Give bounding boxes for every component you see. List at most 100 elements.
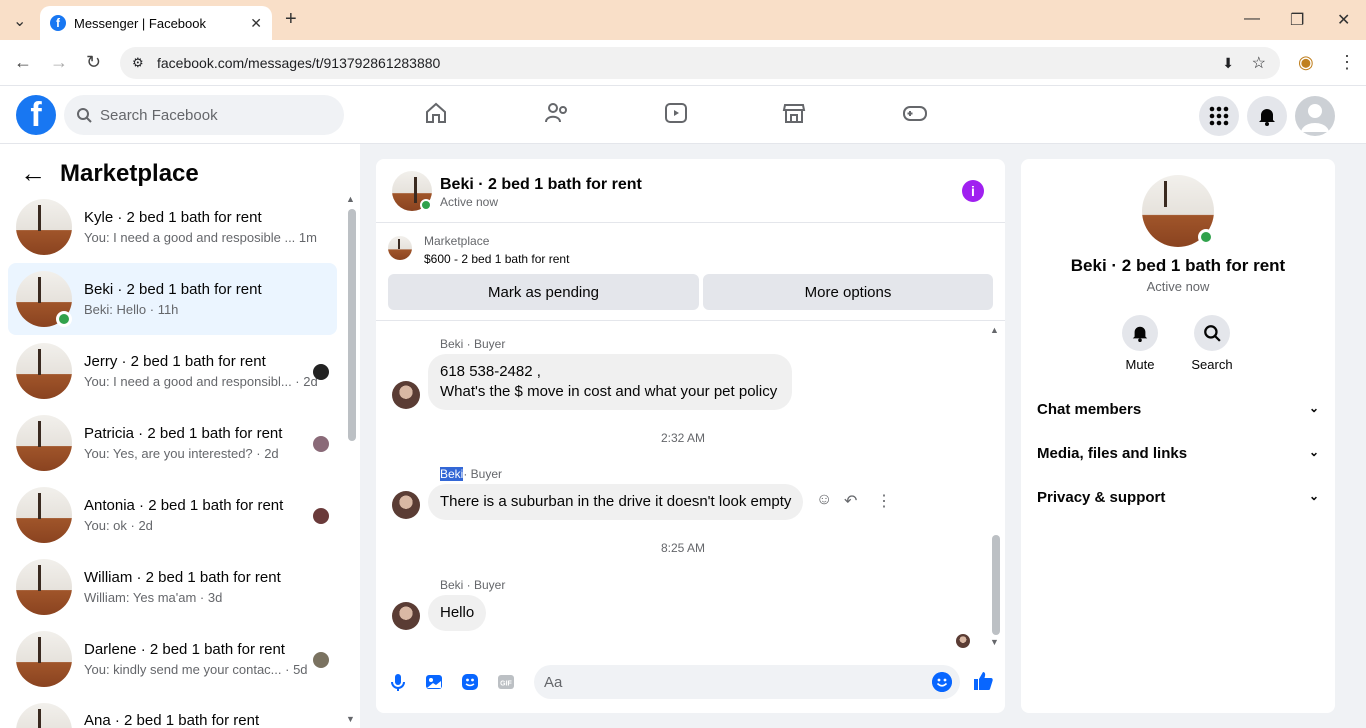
read-receipt-avatar [956, 634, 970, 648]
message-thread: Beki · Buyer 618 538-2482 , What's the $… [376, 322, 1005, 652]
section-label: Chat members [1037, 401, 1142, 418]
microphone-icon[interactable] [388, 672, 408, 692]
privacy-support-section[interactable]: Privacy & support ⌄ [1037, 489, 1319, 506]
browser-toolbar: ← → ↻ ⚙ facebook.com/messages/t/91379286… [0, 40, 1366, 86]
address-bar[interactable]: ⚙ facebook.com/messages/t/91379286128388… [120, 47, 1280, 79]
reply-icon[interactable]: ↶ [844, 491, 857, 511]
search-in-conversation-button[interactable]: Search [1182, 315, 1242, 372]
chat-avatar[interactable] [392, 171, 432, 211]
close-window-icon[interactable]: ✕ [1337, 10, 1350, 30]
conversation-list-scrollbar[interactable] [348, 209, 356, 441]
react-emoji-icon[interactable]: ☺ [816, 491, 832, 509]
new-tab-icon[interactable]: + [285, 8, 297, 31]
mark-as-pending-button[interactable]: Mark as pending [388, 274, 699, 310]
timestamp: 2:32 AM [660, 431, 706, 445]
listing-avatar [16, 703, 72, 728]
scroll-down-icon[interactable]: ▼ [990, 637, 999, 647]
conversation-preview: You: I need a good and resposible ... 1m [84, 230, 317, 245]
message-sender: Beki· Buyer [440, 467, 503, 481]
chevron-down-icon: ⌄ [1308, 489, 1319, 503]
conversation-item-darlene[interactable]: Darlene · 2 bed 1 bath for rent You: kin… [8, 623, 337, 695]
sticker-icon[interactable] [460, 672, 480, 692]
home-icon[interactable] [424, 101, 448, 125]
mute-button[interactable]: Mute [1110, 315, 1170, 372]
gif-icon[interactable]: GIF [496, 672, 516, 692]
browser-menu-icon[interactable]: ⋮ [1338, 52, 1356, 73]
thumbs-up-icon[interactable] [972, 670, 994, 692]
conversation-item-jerry[interactable]: Jerry · 2 bed 1 bath for rent You: I nee… [8, 335, 337, 407]
back-icon[interactable]: ← [14, 52, 32, 73]
notifications-bell-icon[interactable] [1247, 96, 1287, 136]
mute-label: Mute [1125, 357, 1155, 372]
sender-avatar[interactable] [392, 491, 420, 519]
restore-icon[interactable]: ❐ [1290, 10, 1304, 30]
conversation-item-beki[interactable]: Beki · 2 bed 1 bath for rent Beki: Hello… [8, 263, 337, 335]
account-avatar[interactable] [1295, 96, 1335, 136]
photo-icon[interactable] [424, 672, 444, 692]
forward-icon[interactable]: → [50, 52, 68, 73]
search-icon [77, 108, 92, 123]
marketplace-icon[interactable] [782, 101, 806, 125]
message-bubble[interactable]: Hello [428, 595, 487, 631]
message-scrollbar[interactable] [992, 535, 1000, 635]
site-info-icon[interactable]: ⚙ [132, 55, 144, 71]
conversation-item-kyle[interactable]: Kyle · 2 bed 1 bath for rent You: I need… [8, 191, 337, 263]
browser-tab-bar: ⌄ f Messenger | Facebook ✕ + — ❐ ✕ [0, 0, 1366, 40]
minimize-icon[interactable]: — [1244, 10, 1260, 28]
scroll-down-icon[interactable]: ▼ [346, 714, 355, 724]
conversation-item-patricia[interactable]: Patricia · 2 bed 1 bath for rent You: Ye… [8, 407, 337, 479]
facebook-logo-icon[interactable]: f [16, 95, 56, 135]
menu-grid-icon[interactable] [1199, 96, 1239, 136]
media-files-links-section[interactable]: Media, files and links ⌄ [1037, 445, 1319, 462]
more-options-button[interactable]: More options [703, 274, 993, 310]
conversation-item-antonia[interactable]: Antonia · 2 bed 1 bath for rent You: ok … [8, 479, 337, 551]
listing-avatar [16, 487, 72, 543]
emoji-icon[interactable] [932, 672, 952, 692]
scroll-up-icon[interactable]: ▲ [990, 325, 999, 335]
conversation-info-panel: Beki · 2 bed 1 bath for rent Active now … [1021, 159, 1335, 713]
listing-avatar [16, 271, 72, 327]
more-actions-icon[interactable]: ⋮ [876, 491, 892, 511]
gaming-icon[interactable] [902, 101, 928, 125]
conversation-item-william[interactable]: William · 2 bed 1 bath for rent William:… [8, 551, 337, 623]
tab-list-chevron-icon[interactable]: ⌄ [13, 11, 26, 31]
friends-icon[interactable] [544, 101, 570, 125]
listing-thumbnail[interactable] [388, 236, 412, 260]
bell-icon [1132, 326, 1148, 342]
close-tab-icon[interactable]: ✕ [250, 15, 262, 32]
conversation-item-ana[interactable]: Ana · 2 bed 1 bath for rent [8, 695, 337, 728]
listing-price-title[interactable]: $600 - 2 bed 1 bath for rent [424, 252, 569, 266]
bookmark-star-icon[interactable]: ☆ [1252, 53, 1266, 73]
search-facebook-input[interactable]: Search Facebook [64, 95, 344, 135]
chevron-down-icon: ⌄ [1308, 445, 1319, 459]
chat-members-section[interactable]: Chat members ⌄ [1037, 401, 1319, 418]
conversation-preview: Beki: Hello · 11h [84, 302, 179, 317]
message-bubble[interactable]: 618 538-2482 , What's the $ move in cost… [428, 354, 792, 410]
message-input[interactable]: Aa [534, 665, 960, 699]
sender-avatar[interactable] [392, 602, 420, 630]
conversation-name: Beki · 2 bed 1 bath for rent [84, 281, 262, 298]
message-bubble[interactable]: There is a suburban in the drive it does… [428, 484, 804, 520]
video-icon[interactable] [664, 101, 688, 125]
profile-icon[interactable]: ◉ [1298, 52, 1314, 73]
conversation-preview: William: Yes ma'am · 3d [84, 590, 223, 605]
chat-title[interactable]: Beki · 2 bed 1 bath for rent [440, 176, 642, 194]
online-indicator [420, 199, 432, 211]
back-arrow-icon[interactable]: ← [20, 158, 46, 189]
conversation-name: Patricia · 2 bed 1 bath for rent [84, 425, 283, 442]
message-text: There is a suburban in the drive it does… [440, 493, 792, 510]
info-icon[interactable]: i [962, 180, 984, 202]
conversation-name: William · 2 bed 1 bath for rent [84, 569, 281, 586]
profile-avatar[interactable] [1142, 175, 1214, 247]
conversation-preview: You: Yes, are you interested? · 2d [84, 446, 279, 461]
seen-avatar [313, 436, 329, 452]
reload-icon[interactable]: ↻ [86, 52, 101, 73]
scroll-up-icon[interactable]: ▲ [346, 194, 355, 204]
message-sender: Beki · Buyer [440, 337, 506, 351]
message-text: What's the $ move in cost and what your … [440, 383, 778, 400]
sender-avatar[interactable] [392, 381, 420, 409]
marketplace-label: Marketplace [424, 234, 490, 248]
marketplace-header: ← Marketplace [20, 158, 199, 189]
browser-tab[interactable]: f Messenger | Facebook ✕ [40, 6, 272, 40]
install-app-icon[interactable]: ⬇ [1222, 55, 1234, 72]
